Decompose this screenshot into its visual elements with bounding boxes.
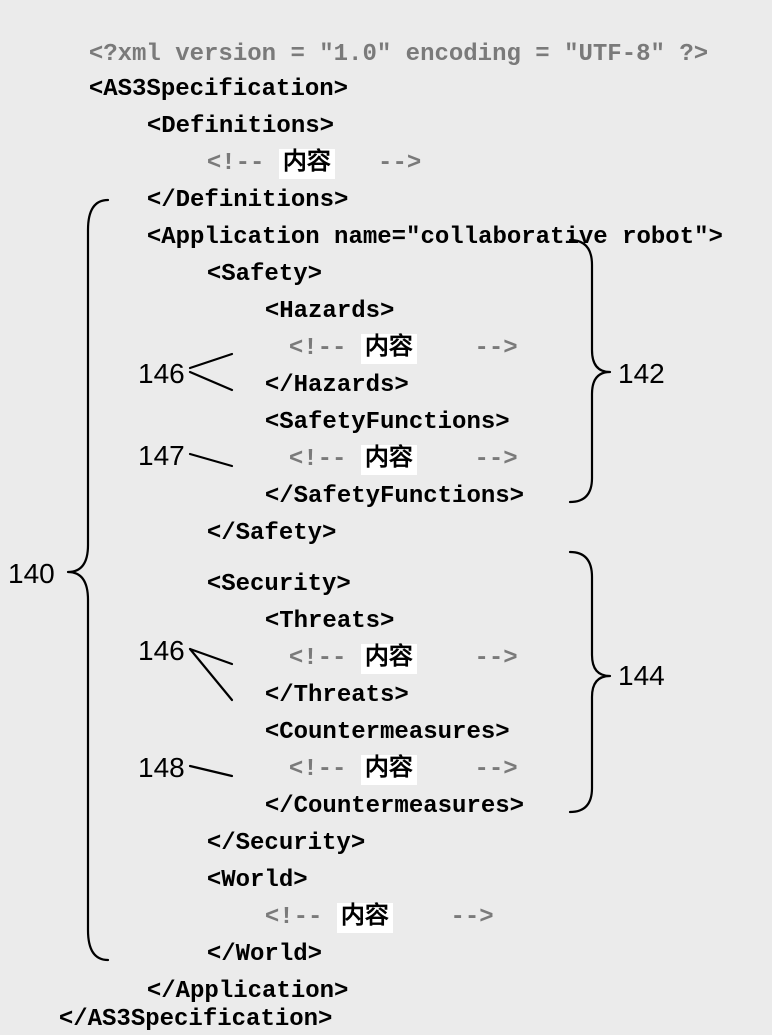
leader-146b-up bbox=[190, 649, 232, 664]
brace-140 bbox=[68, 200, 108, 960]
code-line: <World> bbox=[178, 836, 308, 866]
code-line: </Application> bbox=[118, 947, 348, 977]
ref-142: 142 bbox=[618, 358, 665, 390]
brace-142 bbox=[570, 240, 610, 502]
code-line: </Definitions> bbox=[118, 156, 348, 186]
leader-146a-up bbox=[190, 354, 232, 368]
code-line: <!-- 内容 --> bbox=[260, 725, 518, 755]
content-label: 内容 bbox=[337, 903, 393, 933]
xml-code-diagram: <?xml version = "1.0" encoding = "UTF-8"… bbox=[0, 0, 772, 1000]
ref-144: 144 bbox=[618, 660, 665, 692]
code-line: <AS3Specification> bbox=[60, 45, 348, 75]
code-line: <Threats> bbox=[236, 577, 394, 607]
code-line: </SafetyFunctions> bbox=[236, 452, 524, 482]
ref-140: 140 bbox=[8, 558, 55, 590]
code-line: </AS3Specification> bbox=[30, 975, 332, 1005]
code-line: </Safety> bbox=[178, 489, 336, 519]
code-line: </Hazards> bbox=[236, 341, 409, 371]
code-line: </Threats> bbox=[236, 651, 409, 681]
leader-147 bbox=[190, 454, 232, 466]
code-line: <!-- 内容 --> bbox=[260, 304, 518, 334]
code-line: <Hazards> bbox=[236, 267, 394, 297]
code-line: </World> bbox=[178, 910, 322, 940]
leader-148 bbox=[190, 766, 232, 776]
brace-144 bbox=[570, 552, 610, 812]
code-line: <Safety> bbox=[178, 230, 322, 260]
ref-146a: 146 bbox=[138, 358, 185, 390]
ref-148: 148 bbox=[138, 752, 185, 784]
code-line: <Application name="collaborative robot"> bbox=[118, 193, 723, 223]
code-line: <!-- 内容 --> bbox=[178, 119, 421, 149]
code-line: <?xml version = "1.0" encoding = "UTF-8"… bbox=[60, 10, 708, 40]
code-line: <!-- 内容 --> bbox=[260, 415, 518, 445]
code-line: <SafetyFunctions> bbox=[236, 378, 510, 408]
ref-146b: 146 bbox=[138, 635, 185, 667]
code-line: </Countermeasures> bbox=[236, 762, 524, 792]
ref-147: 147 bbox=[138, 440, 185, 472]
leader-146b-down bbox=[190, 649, 232, 700]
code-line: </Security> bbox=[178, 799, 365, 829]
code-line: <Security> bbox=[178, 540, 351, 570]
code-line: <Countermeasures> bbox=[236, 688, 510, 718]
code-line: <!-- 内容 --> bbox=[260, 614, 518, 644]
leader-146a-down bbox=[190, 372, 232, 390]
code-line: <Definitions> bbox=[118, 82, 334, 112]
code-line: <!-- 内容 --> bbox=[236, 873, 494, 903]
